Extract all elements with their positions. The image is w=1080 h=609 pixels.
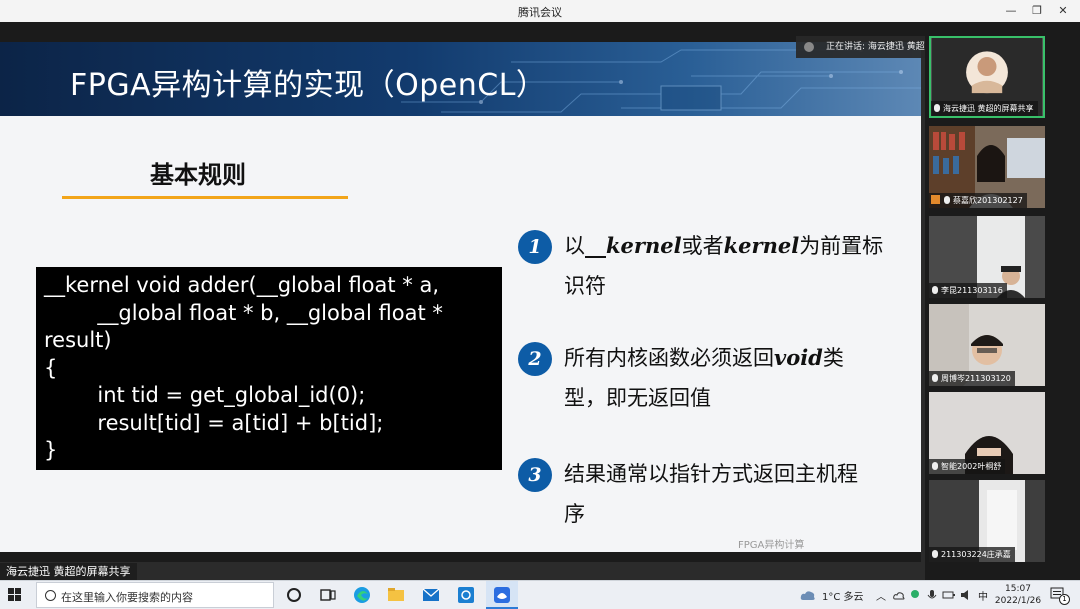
heading-underline: [62, 196, 348, 199]
windows-start-icon[interactable]: [8, 588, 22, 602]
taskbar: 在这里输入你要搜索的内容 1°C 多云 ︿ 中 15:07 2022/1/26 …: [0, 580, 1080, 609]
cloud-icon[interactable]: [893, 590, 905, 600]
code-block: __kernel void adder(__global float * a, …: [36, 267, 502, 470]
code-line: __kernel void adder(__global float * a,: [44, 273, 440, 297]
clock-time: 15:07: [1005, 584, 1031, 594]
section-heading: 基本规则: [150, 161, 246, 189]
participant-name: 海云捷迅 黄超的屏幕共享: [931, 101, 1038, 116]
participant-name: 智能2002叶桐舒: [929, 459, 1006, 474]
notification-center-icon[interactable]: 1: [1050, 586, 1070, 605]
notification-count-badge: 1: [1059, 594, 1070, 605]
participant-name: 211303224庄承嘉: [929, 547, 1015, 562]
participant-tile[interactable]: 周博岑211303120: [929, 304, 1045, 386]
speaker-avatar-icon: [804, 42, 814, 52]
point-number: 2: [518, 342, 552, 376]
tencent-meeting-taskbar-button[interactable]: [486, 581, 518, 609]
ime-indicator[interactable]: 中: [978, 588, 988, 603]
point-text: 所有内核函数必须返回void类型，即无返回值: [564, 345, 844, 410]
point-text: 以__kernel或者kernel为前置标识符: [564, 233, 884, 298]
search-icon: [45, 590, 56, 601]
slide-footer: FPGA异构计算: [738, 540, 805, 551]
participants-panel: 海云捷迅 黄超的屏幕共享 蔡嘉欣201302127 李昆211303116 周博…: [925, 22, 1080, 580]
taskbar-search-input[interactable]: 在这里输入你要搜索的内容: [36, 582, 274, 608]
mic-icon: [932, 286, 938, 294]
participant-name: 蔡嘉欣201302127: [929, 193, 1027, 208]
code-line: {: [44, 355, 58, 380]
participant-tile[interactable]: 211303224庄承嘉: [929, 480, 1045, 562]
participant-tile[interactable]: 李昆211303116: [929, 216, 1045, 298]
mail-icon[interactable]: [421, 585, 441, 605]
weather-text[interactable]: 1°C 多云: [822, 588, 864, 603]
code-line: result[tid] = a[tid] + b[tid];: [44, 410, 384, 435]
microphone-icon[interactable]: [926, 589, 938, 601]
speaker-icon[interactable]: [960, 589, 974, 601]
point-number: 1: [518, 230, 552, 264]
code-line: result): [44, 328, 112, 352]
cortana-icon[interactable]: [284, 585, 304, 605]
file-explorer-icon[interactable]: [386, 585, 406, 605]
taskbar-clock[interactable]: 15:07 2022/1/26: [992, 583, 1044, 607]
participant-tile[interactable]: 海云捷迅 黄超的屏幕共享: [929, 36, 1045, 118]
task-view-icon[interactable]: [318, 585, 338, 605]
code-line: }: [44, 438, 58, 462]
code-line: int tid = get_global_id(0);: [44, 383, 366, 407]
shared-screen: FPGA异构计算的实现（OpenCL） 基本规则 __kernel void a…: [0, 42, 921, 552]
app-icon[interactable]: [456, 585, 476, 605]
share-bottom-strip: [0, 552, 921, 562]
slide-title: FPGA异构计算的实现（OpenCL）: [70, 68, 547, 103]
point-text: 结果通常以指针方式返回主机程序: [564, 462, 858, 526]
code-line: __global float * b, __global float *: [44, 300, 443, 325]
participant-tile[interactable]: 智能2002叶桐舒: [929, 392, 1045, 474]
share-top-strip: [0, 22, 925, 42]
mic-icon: [944, 196, 950, 204]
slide-header: FPGA异构计算的实现（OpenCL）: [0, 42, 921, 116]
participant-name: 李昆211303116: [929, 283, 1007, 298]
cloud-weather-icon: [800, 591, 815, 600]
participant-name: 周博岑211303120: [929, 371, 1015, 386]
close-button[interactable]: ✕: [1052, 2, 1074, 20]
chevron-up-icon[interactable]: ︿: [876, 588, 886, 603]
screen-share-label: 海云捷迅 黄超的屏幕共享: [0, 563, 137, 581]
mic-icon: [932, 462, 938, 470]
window-titlebar: 腾讯会议 — ❐ ✕: [0, 0, 1080, 23]
window-title: 腾讯会议: [518, 6, 562, 19]
mic-icon: [934, 104, 940, 112]
mic-icon: [932, 550, 938, 558]
clock-date: 2022/1/26: [994, 596, 1042, 606]
point-number: 3: [518, 458, 552, 492]
camera-icon: [931, 195, 940, 204]
battery-icon[interactable]: [942, 589, 956, 601]
restore-button[interactable]: ❐: [1026, 2, 1048, 20]
minimize-button[interactable]: —: [1000, 2, 1022, 20]
mic-icon: [932, 374, 938, 382]
participant-tile[interactable]: 蔡嘉欣201302127: [929, 126, 1045, 208]
wechat-icon[interactable]: [910, 589, 920, 601]
tencent-meeting-icon: [494, 587, 510, 603]
edge-browser-icon[interactable]: [352, 585, 372, 605]
